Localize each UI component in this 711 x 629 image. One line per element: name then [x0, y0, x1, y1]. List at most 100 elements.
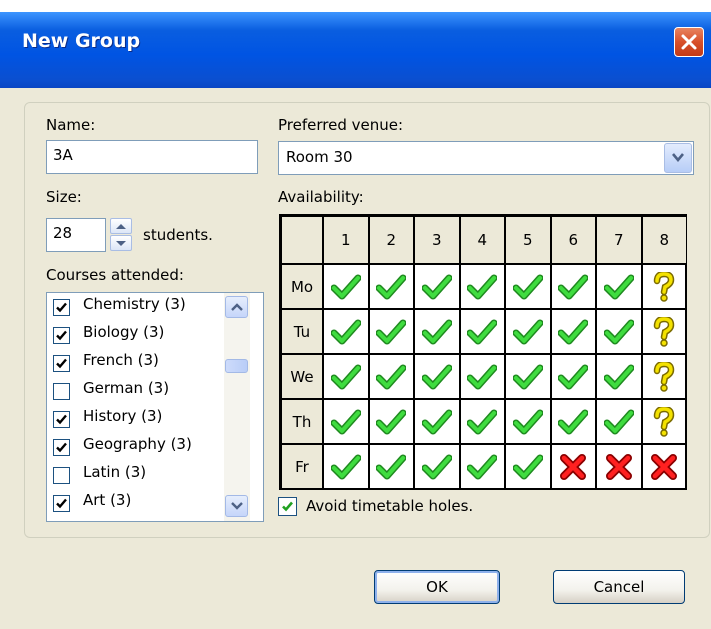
- availability-cell[interactable]: [596, 264, 642, 309]
- courses-scrollbar[interactable]: [224, 293, 250, 521]
- venue-value: Room 30: [286, 148, 353, 166]
- scroll-thumb[interactable]: [225, 359, 248, 373]
- grid-corner-cell: [281, 216, 323, 264]
- availability-cell[interactable]: [641, 309, 687, 354]
- size-label: Size:: [46, 188, 82, 206]
- period-header[interactable]: 2: [368, 216, 414, 264]
- availability-cell[interactable]: [323, 264, 369, 309]
- availability-cell[interactable]: [459, 399, 505, 444]
- availability-cell[interactable]: [596, 444, 642, 489]
- course-checkbox[interactable]: [53, 383, 70, 400]
- availability-cell[interactable]: [323, 354, 369, 399]
- venue-dropdown-button[interactable]: [664, 143, 692, 173]
- availability-cell[interactable]: [368, 399, 414, 444]
- green-check-icon: [558, 319, 589, 345]
- course-checkbox[interactable]: [53, 467, 70, 484]
- avoid-holes-checkbox[interactable]: [278, 497, 297, 516]
- availability-cell[interactable]: [550, 309, 596, 354]
- green-check-icon: [467, 454, 498, 480]
- availability-cell[interactable]: [505, 444, 551, 489]
- green-check-icon: [603, 274, 634, 300]
- course-checkbox[interactable]: [53, 439, 70, 456]
- green-check-icon: [603, 409, 634, 435]
- availability-cell[interactable]: [414, 264, 460, 309]
- availability-cell[interactable]: [641, 354, 687, 399]
- day-header[interactable]: We: [281, 354, 323, 399]
- availability-cell[interactable]: [323, 399, 369, 444]
- availability-cell[interactable]: [641, 264, 687, 309]
- green-check-icon: [603, 364, 634, 390]
- day-header[interactable]: Fr: [281, 444, 323, 489]
- name-input[interactable]: 3A: [46, 140, 258, 174]
- period-header[interactable]: 7: [596, 216, 642, 264]
- cancel-button[interactable]: Cancel: [553, 570, 685, 604]
- period-header[interactable]: 1: [323, 216, 369, 264]
- size-input[interactable]: 28: [46, 218, 106, 252]
- period-header[interactable]: 5: [505, 216, 551, 264]
- spin-down-button[interactable]: [110, 235, 132, 251]
- availability-cell[interactable]: [596, 354, 642, 399]
- availability-cell[interactable]: [368, 264, 414, 309]
- availability-cell[interactable]: [414, 354, 460, 399]
- course-checkbox[interactable]: [53, 355, 70, 372]
- availability-cell[interactable]: [641, 444, 687, 489]
- availability-cell[interactable]: [459, 354, 505, 399]
- availability-cell[interactable]: [414, 444, 460, 489]
- availability-cell[interactable]: [368, 354, 414, 399]
- venue-dropdown[interactable]: Room 30: [278, 141, 694, 175]
- green-check-icon: [421, 364, 452, 390]
- period-header[interactable]: 6: [550, 216, 596, 264]
- availability-label: Availability:: [278, 188, 364, 206]
- availability-cell[interactable]: [550, 354, 596, 399]
- availability-cell[interactable]: [550, 264, 596, 309]
- green-check-icon: [376, 409, 407, 435]
- availability-cell[interactable]: [459, 264, 505, 309]
- spin-up-button[interactable]: [110, 218, 132, 234]
- availability-cell[interactable]: [459, 309, 505, 354]
- green-check-icon: [603, 319, 634, 345]
- availability-cell[interactable]: [505, 309, 551, 354]
- checkmark-icon: [56, 414, 67, 425]
- new-group-dialog: New Group Name: 3A Size: 28 students. Co…: [0, 0, 711, 629]
- close-button[interactable]: [674, 27, 704, 57]
- course-label: German (3): [83, 379, 170, 397]
- availability-cell[interactable]: [550, 399, 596, 444]
- green-check-icon: [512, 364, 543, 390]
- course-label: Geography (3): [83, 435, 192, 453]
- availability-cell[interactable]: [459, 444, 505, 489]
- period-header[interactable]: 3: [414, 216, 460, 264]
- period-header[interactable]: 4: [459, 216, 505, 264]
- course-label: French (3): [83, 351, 159, 369]
- ok-button[interactable]: OK: [374, 570, 500, 604]
- title-bar[interactable]: New Group: [0, 0, 711, 88]
- course-checkbox[interactable]: [53, 299, 70, 316]
- availability-cell[interactable]: [505, 354, 551, 399]
- size-spinner[interactable]: [110, 218, 134, 252]
- green-check-icon: [512, 454, 543, 480]
- availability-cell[interactable]: [323, 309, 369, 354]
- course-checkbox[interactable]: [53, 411, 70, 428]
- period-header[interactable]: 8: [641, 216, 687, 264]
- course-checkbox[interactable]: [53, 327, 70, 344]
- availability-cell[interactable]: [550, 444, 596, 489]
- green-check-icon: [376, 364, 407, 390]
- availability-cell[interactable]: [641, 399, 687, 444]
- day-header[interactable]: Th: [281, 399, 323, 444]
- availability-cell[interactable]: [596, 309, 642, 354]
- availability-cell[interactable]: [505, 399, 551, 444]
- availability-cell[interactable]: [414, 399, 460, 444]
- availability-cell[interactable]: [368, 444, 414, 489]
- avoid-holes-label: Avoid timetable holes.: [306, 497, 474, 515]
- green-check-icon: [330, 319, 361, 345]
- scroll-down-button[interactable]: [225, 495, 248, 517]
- availability-cell[interactable]: [368, 309, 414, 354]
- course-checkbox[interactable]: [53, 495, 70, 512]
- green-check-icon: [512, 409, 543, 435]
- availability-cell[interactable]: [505, 264, 551, 309]
- day-header[interactable]: Tu: [281, 309, 323, 354]
- availability-cell[interactable]: [414, 309, 460, 354]
- availability-cell[interactable]: [323, 444, 369, 489]
- availability-cell[interactable]: [596, 399, 642, 444]
- day-header[interactable]: Mo: [281, 264, 323, 309]
- scroll-up-button[interactable]: [225, 296, 248, 318]
